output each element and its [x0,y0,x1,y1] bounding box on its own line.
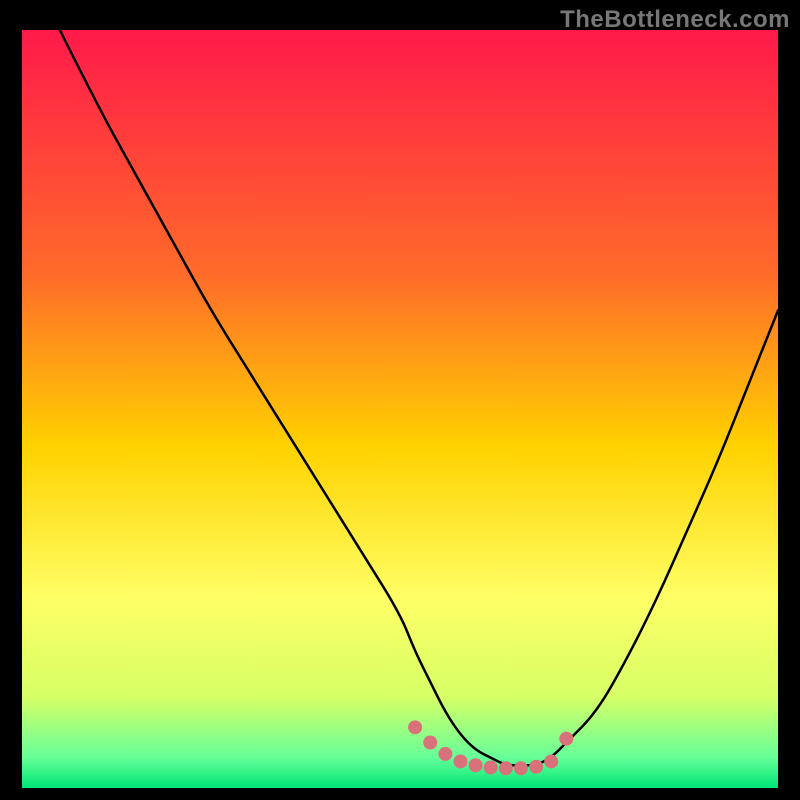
chart-frame: TheBottleneck.com [0,0,800,800]
watermark-text: TheBottleneck.com [560,6,790,34]
flat-zone-marker [438,747,452,761]
flat-zone-marker [559,732,573,746]
flat-zone-marker [529,760,543,774]
flat-zone-marker [514,761,528,775]
flat-zone-marker [484,761,498,775]
gradient-background [22,30,778,788]
flat-zone-marker [469,758,483,772]
flat-zone-marker [453,754,467,768]
flat-zone-marker [544,754,558,768]
bottleneck-chart [0,0,800,800]
flat-zone-marker [499,761,513,775]
flat-zone-marker [423,736,437,750]
flat-zone-marker [408,720,422,734]
